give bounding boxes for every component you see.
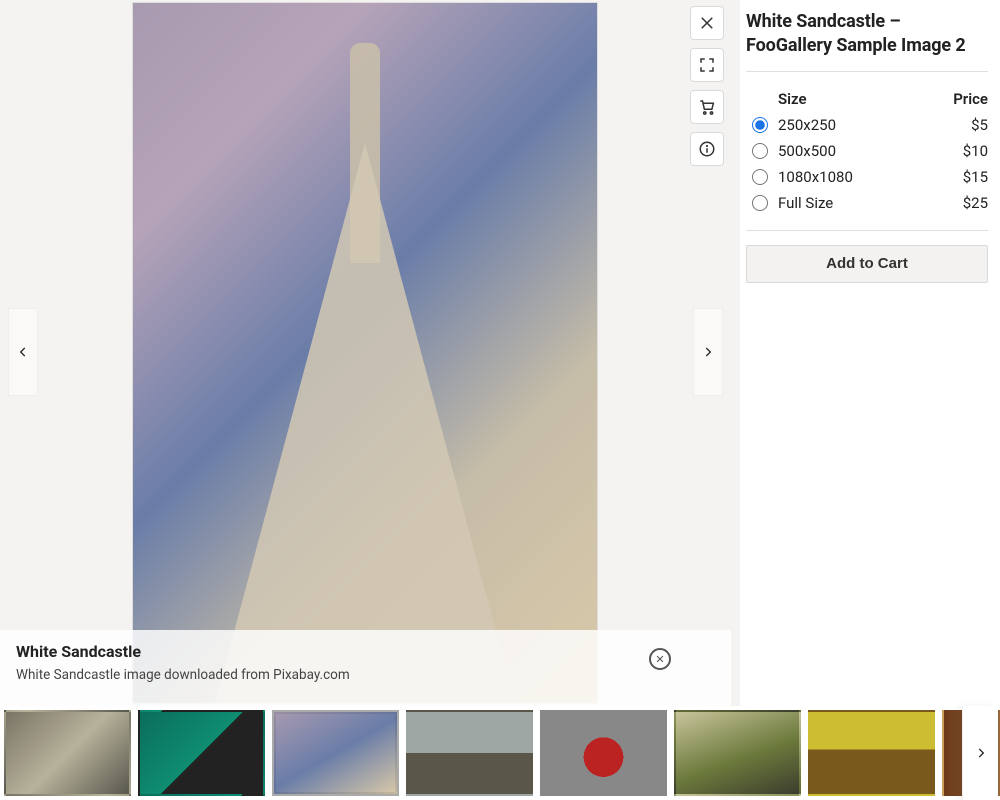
size-label: 1080x1080 (778, 168, 938, 186)
price-column-header: Price (938, 90, 988, 108)
fullscreen-icon (698, 56, 716, 74)
close-icon (698, 14, 716, 32)
main-image (132, 2, 598, 704)
size-label: 250x250 (778, 116, 938, 134)
info-icon (698, 140, 716, 158)
size-column-header: Size (778, 90, 938, 108)
size-label: 500x500 (778, 142, 938, 160)
add-to-cart-button[interactable]: Add to Cart (746, 245, 988, 283)
image-title: White Sandcastle – FooGallery Sample Ima… (746, 10, 988, 72)
size-option-250[interactable]: 250x250 $5 (746, 112, 988, 138)
close-viewer-button[interactable] (690, 6, 724, 40)
cart-icon (698, 98, 716, 116)
caption-title: White Sandcastle (16, 642, 715, 661)
size-option-full[interactable]: Full Size $25 (746, 190, 988, 216)
thumbnail-rusty-padlock[interactable] (138, 710, 265, 796)
chevron-left-icon (16, 345, 30, 359)
thumbnail-white-sandcastle[interactable] (272, 710, 399, 796)
size-price: $5 (938, 116, 988, 134)
pricing-header: Size Price (746, 86, 988, 112)
viewer-toolbar (690, 6, 724, 166)
chevron-right-icon (701, 345, 715, 359)
size-radio-250[interactable] (752, 117, 768, 133)
thumbnail-rocky-shore[interactable] (406, 710, 533, 796)
cart-button[interactable] (690, 90, 724, 124)
thumbnail-strip (0, 706, 1000, 800)
thumbnail-scroll-right-button[interactable] (962, 706, 998, 800)
close-icon (655, 654, 665, 664)
size-price: $25 (938, 194, 988, 212)
size-price: $15 (938, 168, 988, 186)
thumbnail-railway-tracks[interactable] (808, 710, 935, 796)
size-radio-full[interactable] (752, 195, 768, 211)
next-image-button[interactable] (693, 308, 723, 396)
caption-bar: White Sandcastle White Sandcastle image … (0, 630, 731, 706)
chevron-right-icon (974, 746, 988, 760)
fullscreen-button[interactable] (690, 48, 724, 82)
size-price: $10 (938, 142, 988, 160)
size-label: Full Size (778, 194, 938, 212)
size-option-1080[interactable]: 1080x1080 $15 (746, 164, 988, 190)
size-radio-500[interactable] (752, 143, 768, 159)
size-option-500[interactable]: 500x500 $10 (746, 138, 988, 164)
info-button[interactable] (690, 132, 724, 166)
caption-description: White Sandcastle image downloaded from P… (16, 667, 715, 683)
thumbnail-green-hill[interactable] (674, 710, 801, 796)
purchase-sidebar: White Sandcastle – FooGallery Sample Ima… (740, 0, 1000, 706)
caption-close-button[interactable] (649, 648, 671, 670)
thumbnail-fire-hydrant[interactable] (540, 710, 667, 796)
castle-illustration (350, 43, 380, 263)
divider (746, 230, 988, 231)
image-viewer: White Sandcastle White Sandcastle image … (0, 0, 731, 706)
prev-image-button[interactable] (8, 308, 38, 396)
thumbnail-abandoned-building[interactable] (4, 710, 131, 796)
size-radio-1080[interactable] (752, 169, 768, 185)
